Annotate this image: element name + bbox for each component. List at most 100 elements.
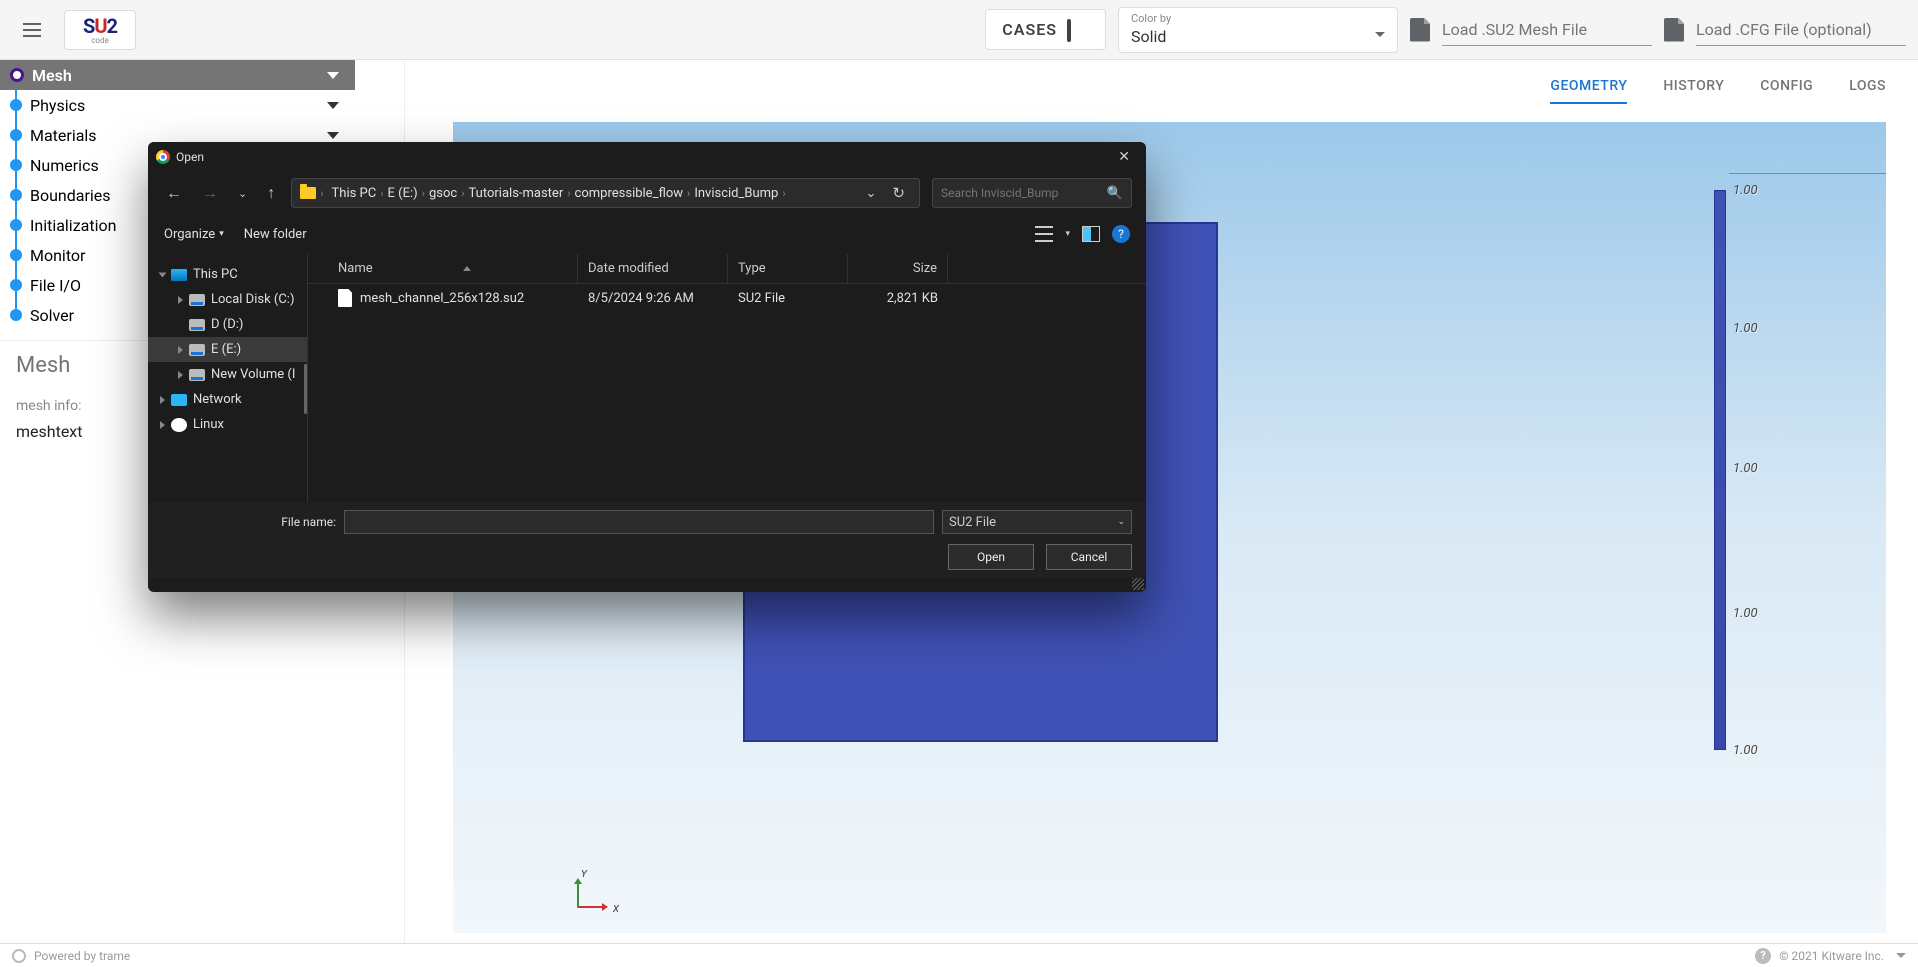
filename-input[interactable] — [344, 510, 934, 534]
cfg-file-input[interactable] — [1696, 14, 1906, 46]
dialog-title: Open — [176, 150, 204, 164]
breadcrumb-dropdown[interactable]: ⌄ — [860, 186, 883, 201]
filetype-select[interactable]: SU2 File⌄ — [942, 510, 1132, 534]
disk-icon — [189, 344, 205, 356]
tree-item[interactable]: Local Disk (C:) — [148, 287, 307, 312]
dialog-navbar: ← → ⌄ ↑ › This PC›E (E:)›gsoc›Tutorials-… — [148, 172, 1146, 214]
folder-stack-icon — [1067, 21, 1089, 39]
folder-tree: This PC Local Disk (C:) D (D:) E (E:) New Vo… — [148, 254, 308, 502]
tree-label: Linux — [193, 417, 224, 432]
search-icon: 🔍 — [1107, 186, 1123, 201]
tree-item[interactable]: E (E:) — [148, 337, 307, 362]
chevron-icon — [160, 421, 165, 429]
status-bar: Powered by trame ? © 2021 Kitware Inc. — [0, 943, 1918, 967]
filename-label: File name: — [281, 515, 336, 529]
colorby-label: Color by — [1131, 12, 1385, 25]
col-name[interactable]: Name — [308, 254, 578, 283]
organize-button[interactable]: Organize ▾ — [164, 227, 224, 242]
sort-icon — [463, 266, 471, 271]
tab-logs[interactable]: LOGS — [1849, 78, 1886, 104]
close-button[interactable]: ✕ — [1110, 145, 1138, 169]
cancel-button[interactable]: Cancel — [1046, 544, 1132, 570]
breadcrumb-bar[interactable]: › This PC›E (E:)›gsoc›Tutorials-master›c… — [291, 178, 920, 208]
breadcrumb-item[interactable]: This PC — [328, 184, 381, 203]
open-button[interactable]: Open — [948, 544, 1034, 570]
view-mode-button[interactable] — [1035, 226, 1053, 242]
file-type: SU2 File — [728, 284, 848, 312]
chevron-right-icon: › — [782, 187, 785, 200]
file-date: 8/5/2024 9:26 AM — [578, 284, 728, 312]
tree-label: D (D:) — [211, 317, 243, 332]
dropdown-icon — [1375, 32, 1385, 37]
breadcrumb-item[interactable]: Inviscid_Bump — [690, 184, 782, 203]
bullet-icon — [10, 249, 22, 261]
chrome-icon — [156, 150, 170, 164]
tree-label: Local Disk (C:) — [211, 292, 294, 307]
powered-by: Powered by trame — [34, 949, 130, 963]
chevron-down-icon — [327, 72, 339, 79]
tab-history[interactable]: HISTORY — [1663, 78, 1724, 104]
file-open-dialog: Open ✕ ← → ⌄ ↑ › This PC›E (E:)›gsoc›Tut… — [148, 142, 1146, 592]
back-button[interactable]: ← — [162, 179, 186, 207]
nav-item-mesh[interactable]: Mesh — [0, 60, 355, 90]
bullet-icon — [10, 99, 22, 111]
app-logo[interactable]: SU2 code — [64, 10, 136, 50]
mesh-file-input[interactable] — [1442, 14, 1652, 46]
tree-item[interactable]: New Volume (I — [148, 362, 307, 387]
breadcrumb-item[interactable]: gsoc — [425, 184, 461, 203]
col-size[interactable]: Size — [848, 254, 948, 283]
colorbar-tick: 1.00 — [1733, 461, 1758, 476]
breadcrumb-item[interactable]: E (E:) — [384, 184, 422, 203]
hamburger-icon — [23, 23, 41, 37]
bullet-icon — [10, 189, 22, 201]
nav-label: Physics — [30, 96, 319, 115]
recent-button[interactable]: ⌄ — [234, 183, 251, 204]
tree-label: This PC — [193, 267, 238, 282]
chevron-icon — [160, 396, 165, 404]
tree-item[interactable]: Linux — [148, 412, 307, 437]
chevron-icon — [178, 371, 183, 379]
logo-s: S — [83, 14, 94, 38]
tree-label: E (E:) — [211, 342, 241, 357]
view-dropdown[interactable]: ▾ — [1065, 229, 1070, 239]
colorby-select[interactable]: Color by Solid — [1118, 7, 1398, 53]
colorby-value: Solid — [1131, 27, 1385, 46]
tree-item[interactable]: D (D:) — [148, 312, 307, 337]
disk-icon — [189, 369, 205, 381]
resize-grip[interactable] — [1132, 578, 1144, 590]
file-row[interactable]: mesh_channel_256x128.su28/5/2024 9:26 AM… — [308, 284, 1146, 312]
forward-button[interactable]: → — [198, 179, 222, 207]
search-box[interactable]: 🔍 — [932, 178, 1132, 208]
col-date[interactable]: Date modified — [578, 254, 728, 283]
tab-geometry[interactable]: GEOMETRY — [1550, 78, 1627, 104]
top-toolbar: SU2 code CASES Color by Solid — [0, 0, 1918, 60]
help-button[interactable]: ? — [1112, 225, 1130, 243]
tree-item[interactable]: Network — [148, 387, 307, 412]
dialog-toolbar: Organize ▾ New folder ▾ ? — [148, 214, 1146, 254]
file-icon — [1410, 18, 1430, 42]
tree-item[interactable]: This PC — [148, 262, 307, 287]
tab-config[interactable]: CONFIG — [1760, 78, 1813, 104]
preview-pane-button[interactable] — [1082, 226, 1100, 242]
tree-scrollbar[interactable] — [304, 364, 307, 414]
chevron-icon — [178, 296, 183, 304]
search-input[interactable] — [941, 186, 1107, 200]
dropdown-icon[interactable] — [1896, 953, 1906, 958]
file-list: Name Date modified Type Size mesh_channe… — [308, 254, 1146, 502]
chevron-icon — [178, 346, 183, 354]
breadcrumb-item[interactable]: compressible_flow — [571, 184, 687, 203]
file-icon — [1664, 18, 1684, 42]
help-icon[interactable]: ? — [1755, 948, 1771, 964]
logo-2: 2 — [107, 14, 117, 38]
dialog-titlebar[interactable]: Open ✕ — [148, 142, 1146, 172]
breadcrumb-item[interactable]: Tutorials-master — [465, 184, 568, 203]
cases-button[interactable]: CASES — [985, 9, 1106, 50]
up-button[interactable]: ↑ — [263, 179, 279, 207]
new-folder-button[interactable]: New folder — [244, 227, 307, 242]
menu-button[interactable] — [12, 10, 52, 50]
refresh-button[interactable]: ↻ — [886, 184, 911, 202]
bullet-icon — [10, 279, 22, 291]
colorbar-tick: 1.00 — [1733, 321, 1758, 336]
nav-item-physics[interactable]: Physics — [0, 90, 355, 120]
col-type[interactable]: Type — [728, 254, 848, 283]
